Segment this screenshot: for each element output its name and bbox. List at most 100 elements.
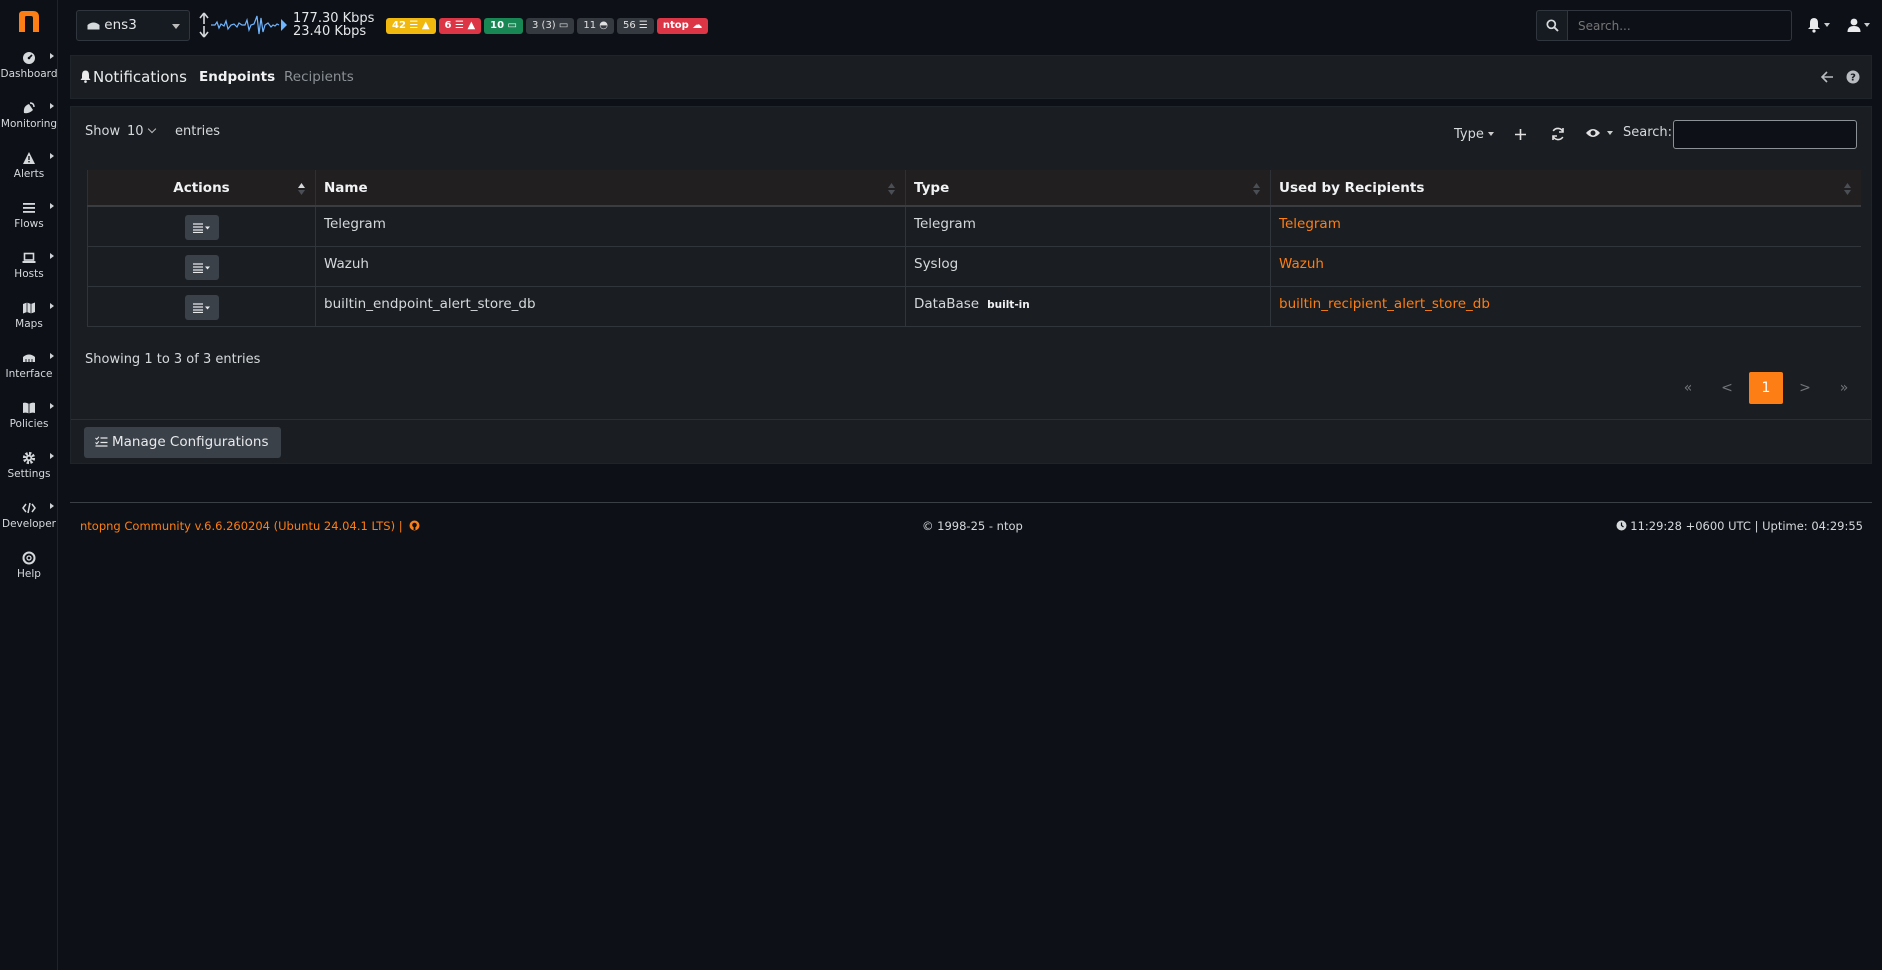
sidebar-item-monitoring[interactable]: Monitoring (0, 98, 58, 148)
tab-endpoints[interactable]: Endpoints (199, 69, 275, 85)
global-search (1536, 10, 1792, 41)
search-button[interactable] (1536, 10, 1568, 41)
sidebar-item-label: Hosts (14, 268, 44, 280)
user-icon[interactable] (1846, 17, 1862, 33)
page-1-button[interactable]: 1 (1749, 372, 1783, 404)
row-actions-button[interactable] (184, 215, 219, 240)
chevron-down-icon (147, 124, 157, 134)
sidebar-item-policies[interactable]: Policies (0, 398, 58, 448)
github-icon[interactable] (409, 520, 420, 531)
table-search-input[interactable] (1673, 120, 1857, 149)
alerts-warning-badge[interactable]: 42 ☰ ▲ (386, 18, 436, 34)
ntop-logo-icon[interactable] (14, 6, 44, 36)
prev-page-button[interactable]: < (1710, 372, 1744, 404)
life-ring-icon (22, 551, 36, 565)
entries-label: entries (175, 124, 221, 139)
endpoint-name: Wazuh (315, 246, 906, 287)
bell-icon (80, 70, 91, 83)
up-down-arrows-icon (199, 12, 209, 38)
sidebar-item-dashboard[interactable]: Dashboard (0, 48, 58, 98)
gauge-icon (23, 52, 35, 64)
sidebar-item-label: Flows (14, 218, 44, 230)
ethernet-icon (87, 22, 100, 30)
page-length-value: 10 (127, 124, 144, 139)
row-actions-button[interactable] (184, 294, 219, 320)
column-header-type[interactable]: Type (905, 170, 1271, 207)
ethernet-icon (23, 354, 35, 362)
sidebar-item-alerts[interactable]: Alerts (0, 148, 58, 198)
search-input[interactable] (1567, 10, 1792, 41)
caret-right-icon (50, 103, 54, 109)
back-arrow-icon[interactable] (1821, 71, 1834, 83)
column-header-name[interactable]: Name (315, 170, 906, 207)
alerts-error-badge[interactable]: 6 ☰ ▲ (438, 18, 482, 34)
sort-asc-icon (298, 183, 305, 195)
sort-icon (1253, 183, 1260, 195)
column-header-used-by-recipients[interactable]: Used by Recipients (1270, 170, 1861, 207)
traffic-sparkline (211, 15, 287, 35)
search-label: Search: (1623, 125, 1673, 140)
top-bar: ens3 177.30 Kbps 23.40 Kbps 42 ☰ ▲ 6 ☰ ▲… (58, 0, 1882, 50)
chevron-down-icon (1488, 132, 1494, 136)
sidebar-item-help[interactable]: Help (0, 548, 58, 598)
page-title: Notifications (93, 68, 187, 86)
caret-right-icon (50, 253, 54, 259)
first-page-button[interactable]: « (1671, 372, 1705, 404)
table-row: builtin_endpoint_alert_store_db DataBase… (87, 286, 1861, 327)
map-icon (23, 302, 35, 314)
sidebar-item-hosts[interactable]: Hosts (0, 248, 58, 298)
last-page-button[interactable]: » (1827, 372, 1861, 404)
tab-recipients[interactable]: Recipients (284, 69, 354, 85)
interface-select[interactable]: ens3 (76, 10, 190, 41)
sidebar-item-interface[interactable]: Interface (0, 348, 58, 398)
sidebar-item-flows[interactable]: Flows (0, 198, 58, 248)
list-menu-icon (192, 302, 210, 313)
row-actions-button[interactable] (184, 254, 219, 280)
chevron-down-icon (172, 24, 180, 29)
hosts-badge[interactable]: 10 ▭ (484, 18, 523, 34)
status-badges: 42 ☰ ▲ 6 ☰ ▲ 10 ▭ 3 (3) ▭ 11 ◓ 56 ☰ ntop… (386, 18, 709, 34)
type-filter-dropdown[interactable]: Type (1454, 127, 1494, 142)
refresh-icon[interactable] (1551, 127, 1565, 141)
code-icon (22, 502, 36, 514)
satellite-dish-icon (23, 102, 35, 114)
sidebar-item-developer[interactable]: Developer (0, 498, 58, 548)
column-header-actions[interactable]: Actions (87, 170, 316, 207)
devices-badge[interactable]: 11 ◓ (577, 18, 614, 34)
sidebar-item-label: Interface (5, 368, 53, 380)
ntop-cloud-badge[interactable]: ntop ☁ (656, 18, 709, 34)
chevron-down-icon[interactable] (1824, 23, 1830, 27)
pagination-info: Showing 1 to 3 of 3 entries (85, 352, 261, 367)
column-visibility-dropdown[interactable] (1585, 127, 1614, 143)
chevron-down-icon[interactable] (1864, 23, 1870, 27)
bell-icon[interactable] (1806, 17, 1822, 33)
caret-right-icon (50, 153, 54, 159)
add-endpoint-button[interactable] (1514, 128, 1527, 141)
sidebar-item-settings[interactable]: Settings (0, 448, 58, 498)
interface-name: ens3 (104, 17, 137, 33)
endpoint-name: Telegram (315, 206, 906, 247)
endpoint-type: DataBase (914, 295, 980, 312)
list-menu-icon (192, 223, 210, 233)
type-filter-label: Type (1454, 127, 1484, 142)
endpoint-type-cell: DataBase built-in (905, 286, 1271, 327)
laptop-icon (22, 252, 36, 263)
manage-configurations-button[interactable]: Manage Configurations (84, 427, 281, 458)
local-hosts-badge[interactable]: 3 (3) ▭ (526, 18, 575, 34)
version-link[interactable]: ntopng Community v.6.6.260204 (Ubuntu 24… (80, 519, 403, 533)
table-row: Wazuh Syslog Wazuh (87, 246, 1861, 287)
recipient-link[interactable]: builtin_recipient_alert_store_db (1279, 296, 1490, 312)
sort-icon (888, 183, 895, 195)
traffic-rates: 177.30 Kbps 23.40 Kbps (293, 12, 374, 38)
flows-badge[interactable]: 56 ☰ (617, 18, 654, 34)
help-circle-icon[interactable]: ? (1846, 70, 1860, 84)
table-row: Telegram Telegram Telegram (87, 206, 1861, 247)
sidebar: Dashboard Monitoring Alerts Flows Hosts … (0, 0, 58, 970)
next-page-button[interactable]: > (1788, 372, 1822, 404)
recipient-link[interactable]: Wazuh (1279, 256, 1324, 272)
recipient-link[interactable]: Telegram (1279, 216, 1341, 232)
sidebar-item-label: Developer (1, 518, 56, 530)
footer-copyright: © 1998-25 - ntop (922, 519, 1023, 533)
caret-right-icon (50, 453, 54, 459)
sidebar-item-maps[interactable]: Maps (0, 298, 58, 348)
